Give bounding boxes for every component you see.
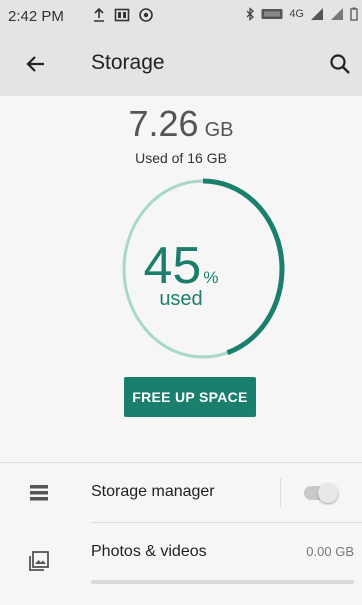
status-time: 2:42 PM [8, 8, 64, 25]
photos-videos-row[interactable]: Photos & videos 0.00 GB [0, 523, 362, 605]
app-bar: Storage [0, 32, 362, 96]
status-bar: 2:42 PM 4G [0, 0, 362, 32]
usage-caption: used [159, 288, 203, 310]
battery-icon [350, 7, 358, 21]
upload-icon [94, 7, 104, 22]
photos-icon [29, 551, 49, 571]
bluetooth-icon [246, 7, 255, 21]
arrow-back-icon [26, 56, 44, 72]
search-button[interactable] [326, 50, 354, 78]
row-separator [280, 478, 281, 508]
signal-icon [331, 8, 343, 20]
status-left-icons [92, 7, 154, 23]
back-button[interactable] [22, 50, 50, 78]
storage-manager-toggle[interactable] [304, 483, 338, 503]
volte-icon [261, 9, 283, 19]
photos-videos-usage-bar [91, 580, 354, 584]
toggle-knob [318, 483, 338, 503]
usage-percent: 45% [0, 236, 362, 296]
target-icon [139, 8, 153, 22]
usage-percent-sign: % [203, 268, 219, 287]
used-size-unit: GB [204, 119, 234, 141]
calendar-icon [114, 8, 130, 22]
used-of-total: Used of 16 GB [135, 150, 227, 166]
status-right-icons: 4G [245, 7, 358, 21]
page-title: Storage [91, 51, 165, 74]
used-size-value: 7.26 [128, 103, 199, 144]
signal-4g-icon [311, 8, 323, 20]
search-icon [330, 54, 350, 74]
usage-percent-value: 45 [143, 237, 202, 295]
storage-manager-label: Storage manager [91, 483, 215, 500]
storage-manager-row[interactable]: Storage manager [0, 463, 362, 523]
photos-videos-label: Photos & videos [91, 543, 207, 560]
photos-videos-size: 0.00 GB [306, 544, 354, 559]
used-size: 7.26 GB [0, 103, 362, 145]
free-up-space-button[interactable]: FREE UP SPACE [124, 377, 256, 417]
storage-manager-icon [30, 485, 48, 501]
network-type: 4G [289, 8, 304, 20]
